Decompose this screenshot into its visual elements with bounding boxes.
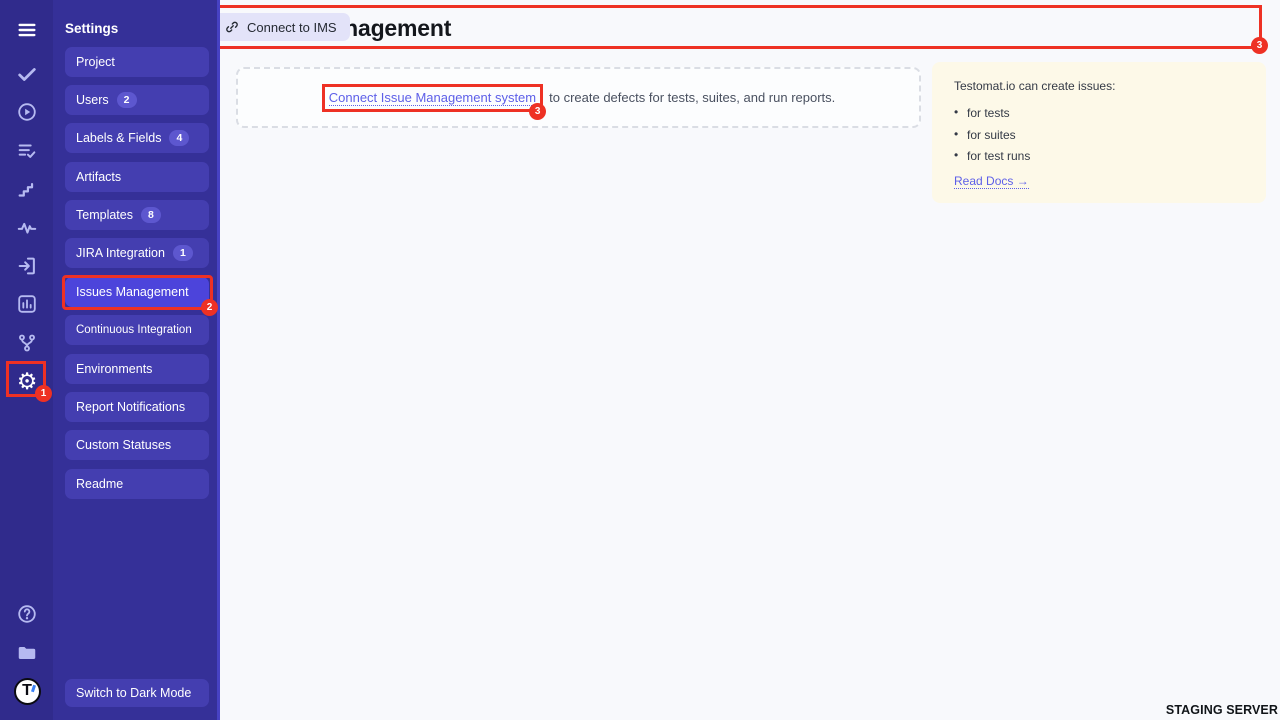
sidebar-item-label: Users xyxy=(76,93,109,107)
info-panel: Testomat.io can create issues: for tests… xyxy=(932,62,1266,203)
testomat-logo-icon: T xyxy=(14,678,41,705)
branches-icon[interactable] xyxy=(13,329,41,357)
count-badge: 8 xyxy=(141,207,161,223)
sidebar-item-label: Project xyxy=(76,55,115,69)
link-chain-icon xyxy=(224,19,240,35)
sidebar-item-label: Environments xyxy=(76,362,152,376)
main-content: Issues Management Connect to IMS 3 Conne… xyxy=(220,0,1280,720)
empty-state-box: Connect Issue Management system 3 to cre… xyxy=(236,67,921,128)
sidebar-item-custom-statuses[interactable]: Custom Statuses xyxy=(65,430,209,460)
sidebar-item-label: JIRA Integration xyxy=(76,246,165,260)
tests-check-icon[interactable] xyxy=(13,60,41,88)
annotation-box-step2: 2 xyxy=(62,275,213,310)
connect-ims-link[interactable]: Connect Issue Management system xyxy=(329,90,536,106)
icon-rail: ⚙ 1 T xyxy=(0,0,53,720)
count-badge: 1 xyxy=(173,245,193,261)
pulse-icon[interactable] xyxy=(13,214,41,242)
info-bullet: for test runs xyxy=(954,149,1244,163)
sidebar-item-issues-management[interactable]: Issues Management 2 xyxy=(65,277,209,307)
annotation-badge-step3-link: 3 xyxy=(529,103,546,120)
menu-icon[interactable] xyxy=(13,16,41,44)
runs-play-icon[interactable] xyxy=(13,98,41,126)
sidebar-item-label: Templates xyxy=(76,208,133,222)
annotation-badge-step1: 1 xyxy=(35,385,52,402)
test-plans-icon[interactable] xyxy=(13,137,41,165)
sidebar-item-artifacts[interactable]: Artifacts xyxy=(65,162,209,192)
sidebar-item-report-notifications[interactable]: Report Notifications xyxy=(65,392,209,422)
app-window: ⚙ 1 T Settings Project Users 2 Lab xyxy=(0,0,1280,720)
count-badge: 4 xyxy=(169,130,189,146)
dark-mode-toggle-button[interactable]: Switch to Dark Mode xyxy=(65,679,209,707)
count-badge: 2 xyxy=(117,92,137,108)
sidebar-item-labels-fields[interactable]: Labels & Fields 4 xyxy=(65,123,209,153)
info-bullet: for suites xyxy=(954,128,1244,142)
projects-folder-icon[interactable] xyxy=(13,639,41,667)
dark-mode-label: Switch to Dark Mode xyxy=(76,686,191,700)
steps-icon[interactable] xyxy=(13,176,41,204)
sidebar-item-label: Continuous Integration xyxy=(76,324,192,336)
settings-sidebar: Settings Project Users 2 Labels & Fields… xyxy=(53,0,220,720)
empty-state-text: to create defects for tests, suites, and… xyxy=(549,90,835,105)
sidebar-item-readme[interactable]: Readme xyxy=(65,469,209,499)
info-bullet-list: for tests for suites for test runs xyxy=(954,106,1244,163)
sidebar-item-users[interactable]: Users 2 xyxy=(65,85,209,115)
sidebar-item-jira-integration[interactable]: JIRA Integration 1 xyxy=(65,238,209,268)
sidebar-title: Settings xyxy=(65,21,118,36)
info-bullet: for tests xyxy=(954,106,1244,120)
sidebar-item-continuous-integration[interactable]: Continuous Integration xyxy=(65,315,209,345)
sidebar-item-label: Report Notifications xyxy=(76,400,185,414)
read-docs-link[interactable]: Read Docs → xyxy=(954,174,1029,189)
analytics-icon[interactable] xyxy=(13,290,41,318)
help-icon[interactable] xyxy=(13,600,41,628)
annotation-badge-step2: 2 xyxy=(201,299,218,316)
sidebar-item-project[interactable]: Project xyxy=(65,47,209,77)
connect-to-ims-label: Connect to IMS xyxy=(247,20,337,35)
info-panel-title: Testomat.io can create issues: xyxy=(954,79,1244,93)
sidebar-item-label: Custom Statuses xyxy=(76,438,171,452)
annotation-box-step3-button: Connect to IMS 3 xyxy=(202,5,1262,49)
import-icon[interactable] xyxy=(13,252,41,280)
sidebar-item-label: Labels & Fields xyxy=(76,131,161,145)
sidebar-item-environments[interactable]: Environments xyxy=(65,354,209,384)
sidebar-item-label: Readme xyxy=(76,477,123,491)
staging-server-label: STAGING SERVER xyxy=(1166,703,1278,717)
annotation-box-step3-link: Connect Issue Management system 3 xyxy=(322,84,543,112)
connect-to-ims-button[interactable]: Connect to IMS xyxy=(211,13,350,41)
sidebar-item-label: Artifacts xyxy=(76,170,121,184)
account-logo[interactable]: T xyxy=(13,677,41,705)
sidebar-item-templates[interactable]: Templates 8 xyxy=(65,200,209,230)
annotation-box-step1: 1 xyxy=(6,361,46,397)
annotation-badge-step3-button: 3 xyxy=(1251,37,1268,54)
